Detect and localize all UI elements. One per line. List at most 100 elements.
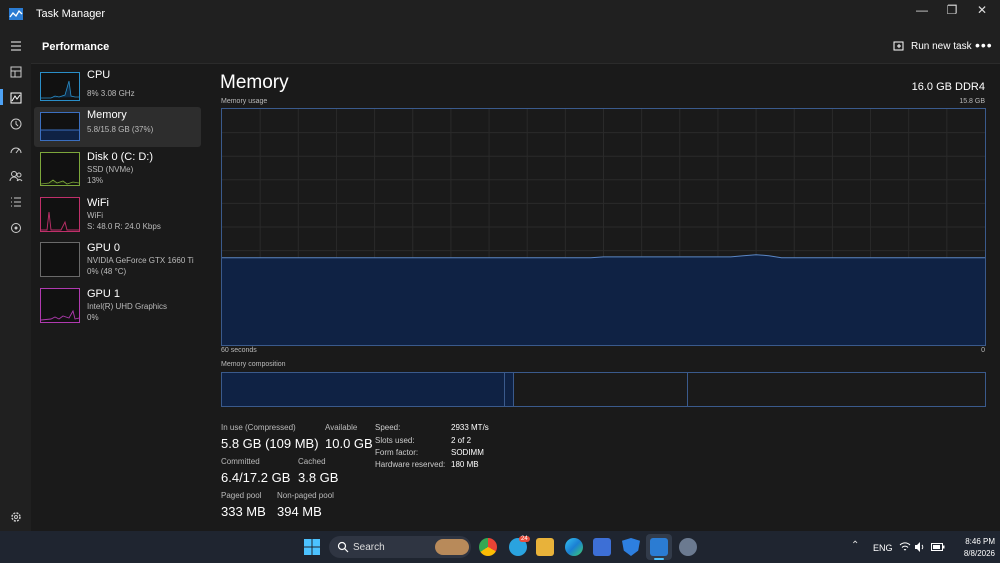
sidebar-item-sub: 8% 3.08 GHz xyxy=(87,89,135,98)
hardware-reserved-label: Hardware reserved: xyxy=(375,460,446,469)
memory-thumbnail-icon xyxy=(40,112,80,141)
gpu0-thumbnail-icon xyxy=(40,242,80,277)
graph-x-left-label: 60 seconds xyxy=(221,347,257,354)
page-header xyxy=(31,30,1000,64)
sidebar-item-sub2: 0% (48 °C) xyxy=(87,267,127,276)
sidebar-item-title: WiFi xyxy=(87,197,109,209)
sidebar-item-memory[interactable]: Memory 5.8/15.8 GB (37%) xyxy=(34,107,201,147)
battery-icon[interactable] xyxy=(931,542,945,552)
run-task-icon xyxy=(893,41,904,51)
sidebar-item-sub: SSD (NVMe) xyxy=(87,165,134,174)
sidebar-item-sub2: S: 48.0 R: 24.0 Kbps xyxy=(87,222,161,231)
more-options-button[interactable]: ••• xyxy=(975,37,993,53)
microsoft-store-icon[interactable] xyxy=(593,538,611,556)
composition-divider xyxy=(687,373,688,406)
speed-value: 2933 MT/s xyxy=(451,423,489,432)
disk-thumbnail-icon xyxy=(40,152,80,186)
non-paged-pool-value: 394 MB xyxy=(277,504,322,519)
cached-value: 3.8 GB xyxy=(298,470,339,485)
file-explorer-icon[interactable] xyxy=(536,538,554,556)
details-icon[interactable] xyxy=(8,194,24,210)
windows-start-icon[interactable] xyxy=(304,539,320,555)
sidebar-item-cpu[interactable]: CPU 8% 3.08 GHz xyxy=(34,67,201,107)
available-label: Available xyxy=(325,423,358,432)
memory-usage-area xyxy=(222,254,985,345)
running-indicator xyxy=(654,558,664,560)
paged-pool-value: 333 MB xyxy=(221,504,266,519)
maximize-button[interactable]: ❐ xyxy=(938,0,966,20)
sidebar-item-title: CPU xyxy=(87,69,111,81)
search-highlight-icon xyxy=(435,539,469,555)
sidebar-item-title: Disk 0 (C: D:) xyxy=(87,151,153,163)
taskbar-search-box[interactable]: Search xyxy=(329,536,471,558)
close-button[interactable]: ✕ xyxy=(968,0,996,20)
settings-gear-taskbar-icon[interactable] xyxy=(679,538,697,556)
sidebar-item-gpu1[interactable]: GPU 1 Intel(R) UHD Graphics 0% xyxy=(34,286,201,328)
chrome-icon[interactable] xyxy=(479,538,497,556)
slots-used-label: Slots used: xyxy=(375,436,415,445)
language-indicator[interactable]: ENG xyxy=(873,543,893,553)
app-history-icon[interactable] xyxy=(8,116,24,132)
in-use-label: In use (Compressed) xyxy=(221,423,296,432)
sidebar-item-gpu0[interactable]: GPU 0 NVIDIA GeForce GTX 1660 Ti 0% (48 … xyxy=(34,240,201,282)
services-icon[interactable] xyxy=(8,220,24,236)
search-icon xyxy=(337,541,349,553)
sidebar-item-sub: 5.8/15.8 GB (37%) xyxy=(87,125,154,134)
clock-time[interactable]: 8:46 PM xyxy=(950,537,995,546)
window-title: Task Manager xyxy=(36,8,106,20)
gpu1-thumbnail-icon xyxy=(40,288,80,323)
composition-modified xyxy=(505,373,514,406)
device-list: CPU 8% 3.08 GHz Memory 5.8/15.8 GB (37%)… xyxy=(34,64,202,334)
wifi-icon[interactable] xyxy=(899,541,911,553)
hamburger-menu-icon[interactable] xyxy=(8,38,24,54)
cpu-thumbnail-icon xyxy=(40,72,80,101)
minimize-button[interactable]: — xyxy=(908,0,936,20)
sidebar-item-title: GPU 0 xyxy=(87,242,121,254)
chevron-up-icon[interactable]: ⌃ xyxy=(851,540,859,551)
memory-heading: Memory xyxy=(220,72,289,93)
startup-apps-icon[interactable] xyxy=(8,142,24,158)
task-manager-taskbar-icon[interactable] xyxy=(650,538,668,556)
run-new-task-button[interactable]: Run new task xyxy=(893,38,972,54)
title-bar xyxy=(0,0,1000,30)
sidebar-item-title: Memory xyxy=(87,109,127,121)
sidebar-item-disk[interactable]: Disk 0 (C: D:) SSD (NVMe) 13% xyxy=(34,149,201,191)
sidebar-item-sub: NVIDIA GeForce GTX 1660 Ti xyxy=(87,256,194,265)
paged-pool-label: Paged pool xyxy=(221,491,262,500)
graph-x-right-label: 0 xyxy=(981,347,985,354)
slots-used-value: 2 of 2 xyxy=(451,436,472,445)
search-label: Search xyxy=(353,542,385,553)
settings-icon[interactable] xyxy=(8,509,24,525)
volume-icon[interactable] xyxy=(914,541,926,553)
committed-label: Committed xyxy=(221,457,260,466)
sidebar-item-wifi[interactable]: WiFi WiFi S: 48.0 R: 24.0 Kbps xyxy=(34,195,201,237)
sidebar-item-sub: WiFi xyxy=(87,211,103,220)
available-value: 10.0 GB xyxy=(325,436,373,451)
committed-value: 6.4/17.2 GB xyxy=(221,470,291,485)
edge-icon[interactable] xyxy=(565,538,583,556)
task-manager-app-icon xyxy=(9,8,23,20)
speed-label: Speed: xyxy=(375,423,401,432)
taskbar xyxy=(0,531,1000,563)
clock-date[interactable]: 8/8/2026 xyxy=(950,549,995,558)
processes-icon[interactable] xyxy=(8,64,24,80)
in-use-value: 5.8 GB (109 MB) xyxy=(221,436,319,451)
memory-usage-graph xyxy=(221,108,986,346)
active-nav-indicator xyxy=(0,89,3,105)
sidebar-item-sub2: 0% xyxy=(87,313,99,322)
run-new-task-label: Run new task xyxy=(911,40,972,52)
users-icon[interactable] xyxy=(8,168,24,184)
memory-composition-label: Memory composition xyxy=(221,361,286,368)
memory-usage-label: Memory usage xyxy=(221,98,268,105)
sidebar-item-title: GPU 1 xyxy=(87,288,121,300)
non-paged-pool-label: Non-paged pool xyxy=(277,491,334,500)
memory-usage-max: 15.8 GB xyxy=(959,98,985,105)
sidebar-item-sub2: 13% xyxy=(87,176,104,185)
cached-label: Cached xyxy=(298,457,326,466)
memory-total: 16.0 GB DDR4 xyxy=(911,81,985,93)
form-factor-value: SODIMM xyxy=(451,448,484,457)
performance-icon[interactable] xyxy=(8,90,24,106)
composition-in-use xyxy=(222,373,505,406)
form-factor-label: Form factor: xyxy=(375,448,419,457)
telegram-badge: 24 xyxy=(519,536,530,542)
